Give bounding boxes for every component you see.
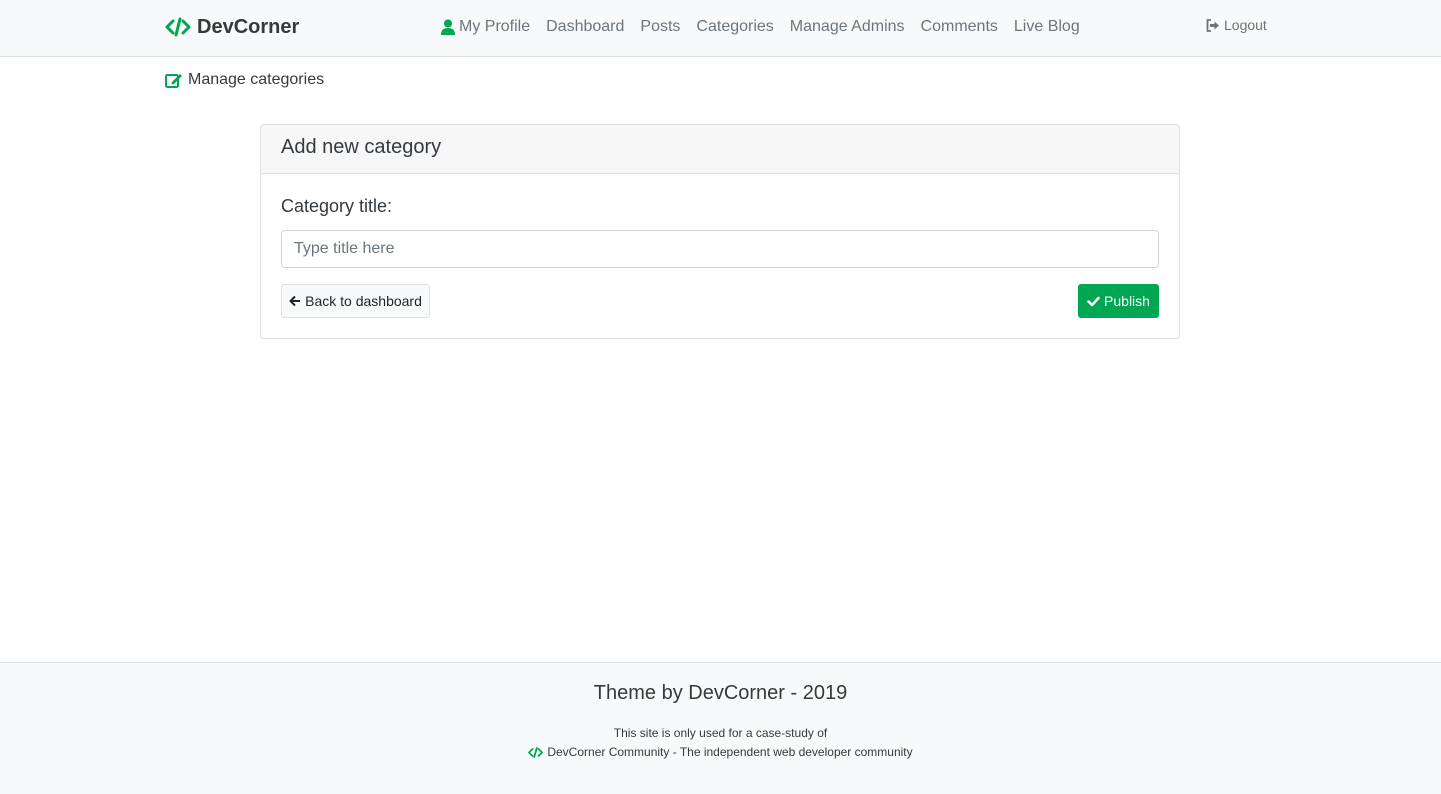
- nav-comments[interactable]: Comments: [921, 18, 998, 36]
- brand-link[interactable]: DevCorner: [165, 14, 299, 40]
- add-category-card: Add new category Category title: Back to…: [260, 124, 1180, 339]
- nav-categories[interactable]: Categories: [696, 18, 773, 36]
- footer-community-link[interactable]: DevCorner Community - The independent we…: [0, 745, 1441, 759]
- nav-live-blog[interactable]: Live Blog: [1014, 18, 1080, 36]
- footer-community-text: DevCorner Community - The independent we…: [547, 745, 913, 759]
- user-icon: [441, 19, 455, 35]
- arrow-left-icon: [289, 295, 301, 307]
- edit-icon: [165, 74, 182, 88]
- back-to-dashboard-button[interactable]: Back to dashboard: [281, 284, 430, 318]
- nav-label: Posts: [640, 18, 681, 35]
- nav-label: My Profile: [459, 18, 531, 35]
- card-header: Add new category: [261, 125, 1179, 174]
- card-title: Add new category: [281, 136, 442, 158]
- brand-name: DevCorner: [197, 15, 300, 38]
- nav-label: Comments: [920, 18, 998, 35]
- nav-label: Live Blog: [1013, 18, 1080, 35]
- nav-my-profile[interactable]: My Profile: [441, 18, 530, 36]
- footer-note: This site is only used for a case-study …: [613, 726, 828, 740]
- logout-label: Logout: [1224, 17, 1267, 33]
- sign-out-icon: [1206, 18, 1219, 32]
- footer: Theme by DevCorner - 2019 This site is o…: [0, 662, 1441, 794]
- footer-title: Theme by DevCorner - 2019: [593, 682, 848, 704]
- code-icon: [165, 17, 191, 37]
- code-icon: [528, 746, 544, 758]
- main-nav: My Profile Dashboard Posts Categories Ma…: [441, 15, 1096, 39]
- nav-label: Manage Admins: [789, 18, 905, 35]
- category-title-label: Category title:: [281, 196, 393, 216]
- nav-posts[interactable]: Posts: [640, 18, 680, 36]
- check-icon: [1087, 296, 1100, 306]
- logout-link[interactable]: Logout: [1206, 17, 1267, 33]
- nav-label: Categories: [696, 18, 774, 35]
- publish-button[interactable]: Publish: [1078, 284, 1159, 318]
- page-title-text: Manage categories: [188, 71, 325, 88]
- nav-label: Dashboard: [546, 18, 625, 35]
- nav-manage-admins[interactable]: Manage Admins: [790, 18, 905, 36]
- publish-button-label: Publish: [1104, 293, 1150, 309]
- back-button-label: Back to dashboard: [305, 293, 422, 309]
- top-navbar: DevCorner My Profile Dashboard Posts Cat…: [0, 0, 1441, 57]
- nav-dashboard[interactable]: Dashboard: [546, 18, 624, 36]
- category-title-input[interactable]: [281, 230, 1159, 268]
- page-title: Manage categories: [165, 71, 324, 89]
